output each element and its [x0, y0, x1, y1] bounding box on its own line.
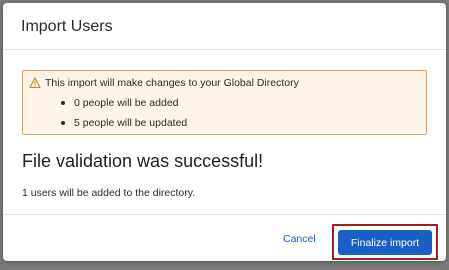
bullet-text: 5 people will be updated: [74, 117, 188, 129]
warning-message: This import will make changes to your Gl…: [45, 77, 299, 89]
cancel-button[interactable]: Cancel: [283, 233, 316, 245]
warning-banner: This import will make changes to your Gl…: [22, 70, 427, 135]
bullet-text: 0 people will be added: [74, 97, 179, 109]
bullet-dot: [61, 101, 65, 105]
warning-message-row: This import will make changes to your Gl…: [29, 77, 299, 89]
bullet-dot: [61, 121, 65, 125]
dialog-footer: Cancel Finalize import: [3, 214, 446, 261]
dialog-title: Import Users: [21, 18, 113, 35]
list-item: 5 people will be updated: [61, 117, 187, 129]
dialog-header: Import Users: [3, 3, 446, 50]
validation-success-title: File validation was successful!: [22, 151, 264, 171]
import-users-dialog: Import Users This import will make chang…: [3, 3, 446, 261]
import-summary-text: 1 users will be added to the directory.: [22, 187, 196, 199]
list-item: 0 people will be added: [61, 97, 179, 109]
finalize-import-button[interactable]: Finalize import: [338, 230, 432, 255]
warning-triangle-icon: [29, 77, 41, 89]
